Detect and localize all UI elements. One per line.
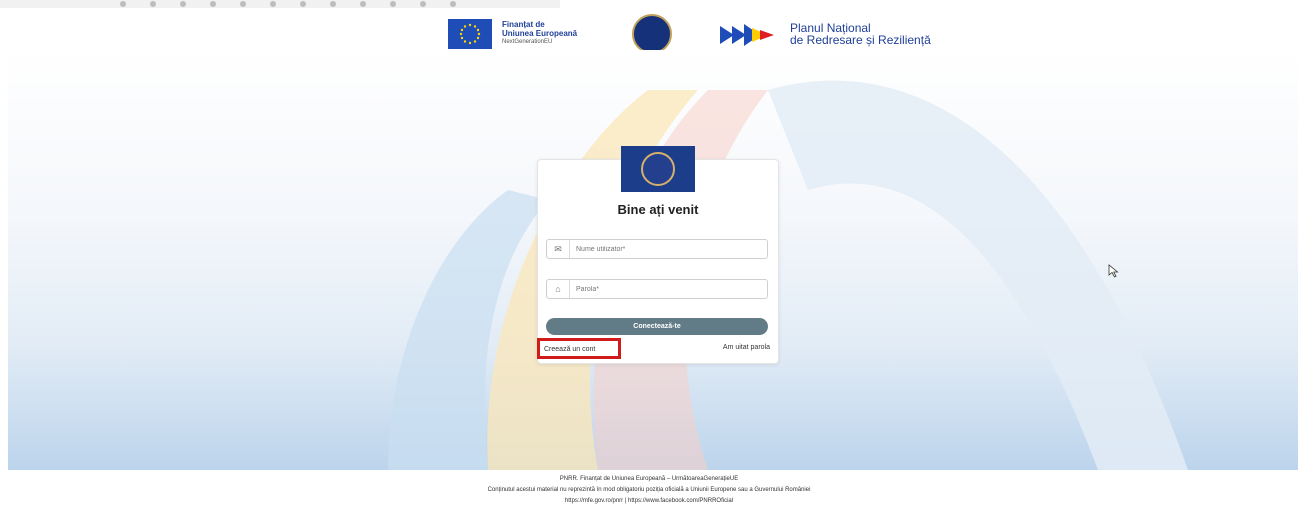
footer-line-1: PNRR. Finanțat de Uniunea Europeană – Ur… bbox=[559, 476, 739, 482]
eu-line-2: Uniunea Europeană bbox=[502, 29, 578, 38]
pnrr-line-2: de Redresare și Reziliență bbox=[790, 33, 931, 47]
coat-of-arms-icon bbox=[641, 152, 675, 186]
romanian-government-logo bbox=[621, 146, 695, 192]
government-seal-icon bbox=[632, 14, 672, 54]
top-toolbar-strip bbox=[0, 0, 560, 8]
footer-links[interactable]: https://mfe.gov.ro/pnrr | https://www.fa… bbox=[0, 496, 1298, 507]
welcome-title: Bine ați venit bbox=[617, 202, 699, 217]
login-button[interactable]: Conectează-te bbox=[546, 318, 768, 335]
password-field[interactable]: ⌂ bbox=[546, 279, 768, 299]
pnrr-logo-icon bbox=[720, 24, 774, 46]
mouse-cursor-icon bbox=[1108, 264, 1119, 278]
username-field[interactable]: ✉ bbox=[546, 239, 768, 259]
envelope-icon: ✉ bbox=[547, 240, 570, 258]
lock-icon: ⌂ bbox=[547, 280, 570, 298]
eu-line-1: Finanțat de bbox=[502, 20, 545, 29]
pnrr-title: Planul Național de Redresare și Rezilien… bbox=[790, 22, 931, 46]
footer-line-2: Conținutul acestui material nu reprezint… bbox=[487, 487, 811, 493]
eu-line-3: NextGenerationEU bbox=[502, 39, 553, 45]
eu-funding-text: Finanțat de Uniunea Europeană NextGenera… bbox=[502, 20, 577, 47]
password-input[interactable] bbox=[570, 285, 767, 293]
login-card: Bine ați venit ✉ ⌂ Conectează-te Creează… bbox=[537, 146, 779, 364]
username-input[interactable] bbox=[570, 245, 767, 253]
create-account-link[interactable]: Creează un cont bbox=[537, 338, 621, 359]
page-header: Finanțat de Uniunea Europeană NextGenera… bbox=[0, 10, 1298, 54]
forgot-password-link[interactable]: Am uitat parola bbox=[723, 344, 770, 351]
page-footer: PNRR. Finanțat de Uniunea Europeană – Ur… bbox=[0, 474, 1298, 507]
eu-flag-icon bbox=[448, 19, 492, 49]
